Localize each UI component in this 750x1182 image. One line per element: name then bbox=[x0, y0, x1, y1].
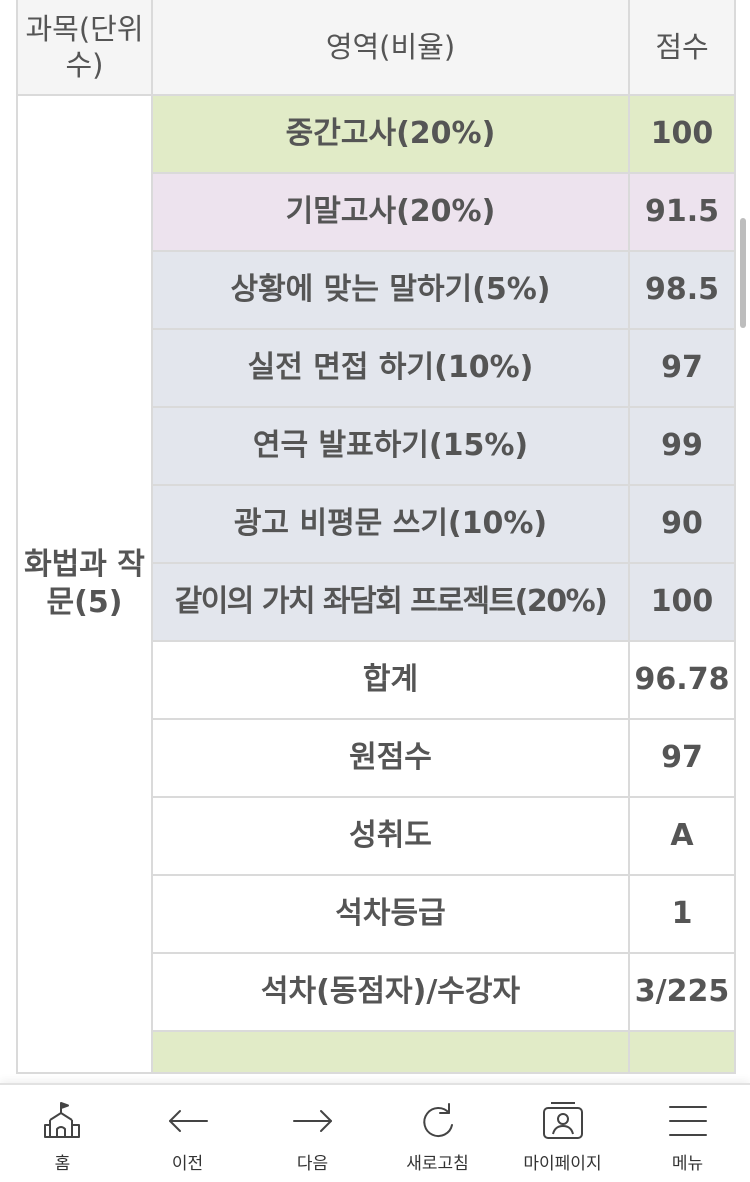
score-cell: 100 bbox=[628, 94, 736, 174]
bottom-nav: 홈 이전 다음 새로고침 마이페이지 메뉴 bbox=[0, 1083, 750, 1182]
area-cell: 중간고사(20%) bbox=[151, 94, 630, 174]
nav-menu-button[interactable]: 메뉴 bbox=[625, 1085, 750, 1182]
nav-home-button[interactable]: 홈 bbox=[0, 1085, 125, 1182]
refresh-icon bbox=[422, 1103, 453, 1138]
nav-mypage-button[interactable]: 마이페이지 bbox=[500, 1085, 625, 1182]
menu-icon bbox=[668, 1106, 707, 1136]
score-cell: 90 bbox=[628, 484, 736, 564]
area-cell: 석차(동점자)/수강자 bbox=[151, 952, 630, 1032]
home-icon bbox=[43, 1102, 80, 1138]
nav-refresh-button[interactable]: 새로고침 bbox=[375, 1085, 500, 1182]
header-subject: 과목(단위수) bbox=[16, 0, 153, 96]
score-cell: 99 bbox=[628, 406, 736, 486]
score-cell: 98.5 bbox=[628, 250, 736, 330]
nav-back-button[interactable]: 이전 bbox=[125, 1085, 250, 1182]
score-cell: A bbox=[628, 796, 736, 876]
area-cell: 상황에 맞는 말하기(5%) bbox=[151, 250, 630, 330]
table-row: 화법과 작문(5) 중간고사(20%) 100 bbox=[16, 94, 736, 1074]
table-header-row: 과목(단위수) 영역(비율) 점수 bbox=[16, 0, 736, 96]
area-cell: 같이의 가치 좌담회 프로젝트(20%) bbox=[151, 562, 630, 642]
nav-refresh-label: 새로고침 bbox=[406, 1154, 469, 1174]
subject-cell: 화법과 작문(5) bbox=[16, 94, 153, 1074]
area-cell: 석차등급 bbox=[151, 874, 630, 954]
nav-forward-label: 다음 bbox=[296, 1154, 329, 1174]
grade-table-viewport[interactable]: 과목(단위수) 영역(비율) 점수 화법과 작문(5) 중간고사(20%) 10… bbox=[0, 0, 750, 1083]
score-cell: 100 bbox=[628, 562, 736, 642]
area-cell: 실전 면접 하기(10%) bbox=[151, 328, 630, 408]
header-score: 점수 bbox=[628, 0, 736, 96]
nav-home-label: 홈 bbox=[54, 1154, 71, 1174]
arrow-left-icon bbox=[168, 1110, 208, 1132]
area-cell: 성취도 bbox=[151, 796, 630, 876]
header-area: 영역(비율) bbox=[151, 0, 630, 96]
score-cell-next bbox=[628, 1030, 736, 1074]
vertical-scrollbar[interactable] bbox=[740, 218, 746, 328]
area-cell: 합계 bbox=[151, 640, 630, 720]
nav-forward-button[interactable]: 다음 bbox=[250, 1085, 375, 1182]
score-cell: 1 bbox=[628, 874, 736, 954]
nav-mypage-label: 마이페이지 bbox=[523, 1154, 602, 1174]
arrow-right-icon bbox=[292, 1110, 332, 1132]
grade-table: 과목(단위수) 영역(비율) 점수 화법과 작문(5) 중간고사(20%) 10… bbox=[16, 0, 736, 1074]
area-cell: 기말고사(20%) bbox=[151, 172, 630, 252]
score-cell: 97 bbox=[628, 328, 736, 408]
score-cell: 91.5 bbox=[628, 172, 736, 252]
user-card-icon bbox=[542, 1102, 583, 1139]
score-cell: 96.78 bbox=[628, 640, 736, 720]
area-cell: 원점수 bbox=[151, 718, 630, 798]
nav-menu-label: 메뉴 bbox=[671, 1154, 704, 1174]
area-cell-next bbox=[151, 1030, 630, 1074]
score-cell: 97 bbox=[628, 718, 736, 798]
area-cell: 연극 발표하기(15%) bbox=[151, 406, 630, 486]
score-cell: 3/225 bbox=[628, 952, 736, 1032]
area-cell: 광고 비평문 쓰기(10%) bbox=[151, 484, 630, 564]
nav-back-label: 이전 bbox=[171, 1154, 204, 1174]
